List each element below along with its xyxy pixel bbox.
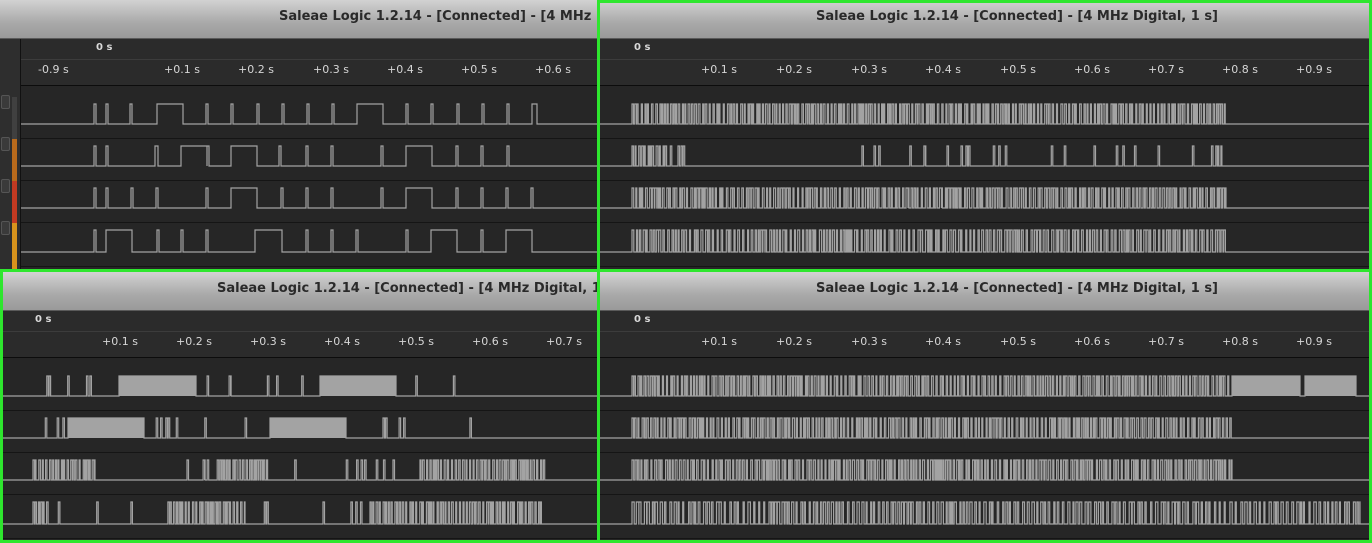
channel-1-waveform[interactable] [600,412,1372,453]
time-tick-label: +0.9 s [1296,63,1332,76]
capture-window-top-right: Saleae Logic 1.2.14 - [Connected] - [4 M… [600,0,1372,269]
zero-time-label: 0 s [96,42,113,53]
signal-trace [600,103,1372,125]
time-tick-label: +0.1 s [701,335,737,348]
channel-1-color-swatch [12,139,17,181]
signal-trace [0,501,597,525]
signal-trace [600,187,1372,209]
channel-3-waveform[interactable] [21,224,597,267]
time-tick-label: +0.6 s [1074,335,1110,348]
time-tick-label: +0.2 s [776,63,812,76]
title-bar[interactable]: Saleae Logic 1.2.14 - [Connected] - [4 M… [0,0,597,39]
window-title: Saleae Logic 1.2.14 - [Connected] - [4 M… [217,281,597,296]
time-tick-label: +0.4 s [387,63,423,76]
channel-0-color-swatch [12,97,17,139]
time-tick-label: +0.5 s [1000,335,1036,348]
time-ruler[interactable]: 0 s +0.1 s +0.2 s +0.3 s +0.4 s +0.5 s +… [600,311,1372,358]
time-ruler[interactable]: 0 s -0.9 s +0.1 s +0.2 s +0.3 s +0.4 s +… [21,39,597,86]
zero-time-label: 0 s [35,314,52,325]
time-tick-label: +0.8 s [1222,335,1258,348]
time-tick-label: +0.1 s [701,63,737,76]
time-tick-label: +0.2 s [776,335,812,348]
time-tick-label: +0.6 s [1074,63,1110,76]
time-tick-label: +0.9 s [1296,335,1332,348]
title-bar[interactable]: Saleae Logic 1.2.14 - [Connected] - [4 M… [600,0,1372,39]
channel-3-color-swatch [12,223,17,269]
channel-sidebar [0,39,21,269]
channel-1-waveform[interactable] [21,140,597,181]
signal-burst [1305,376,1356,396]
time-tick-label: +0.7 s [1148,63,1184,76]
time-tick-label: +0.7 s [1148,335,1184,348]
channel-2-waveform[interactable] [21,182,597,223]
channel-0-waveform[interactable] [600,98,1372,139]
time-tick-label: +0.3 s [250,335,286,348]
signal-burst [320,376,396,396]
signal-trace [0,459,597,481]
zero-time-label: 0 s [634,314,651,325]
time-tick-label: +0.4 s [925,63,961,76]
signal-burst [1232,376,1300,396]
channel-0-waveform[interactable] [21,98,597,139]
channel-2-waveform[interactable] [600,454,1372,495]
time-tick-label: +0.8 s [1222,63,1258,76]
window-title: Saleae Logic 1.2.14 - [Connected] - [4 M… [816,281,1218,296]
channel-3-settings-button[interactable] [1,221,10,235]
time-tick-label: +0.6 s [472,335,508,348]
time-tick-label: +0.2 s [176,335,212,348]
channel-2-waveform[interactable] [0,454,597,495]
channel-1-waveform[interactable] [600,140,1372,181]
channel-2-color-swatch [12,181,17,223]
time-tick-label: +0.6 s [535,63,571,76]
window-title: Saleae Logic 1.2.14 - [Connected] - [4 M… [279,9,597,24]
channel-0-waveform[interactable] [0,370,597,411]
time-tick-label: +0.1 s [164,63,200,76]
time-tick-label: +0.3 s [851,335,887,348]
time-tick-label: +0.5 s [1000,63,1036,76]
time-tick-label: +0.5 s [398,335,434,348]
signal-trace [600,501,1372,525]
time-ruler[interactable]: 0 s +0.1 s +0.2 s +0.3 s +0.4 s +0.5 s +… [0,311,597,358]
signal-burst [68,418,144,438]
capture-window-bottom-right: Saleae Logic 1.2.14 - [Connected] - [4 M… [600,272,1372,543]
time-tick-label: +0.3 s [851,63,887,76]
channel-1-waveform[interactable] [0,412,597,453]
time-ruler[interactable]: 0 s +0.1 s +0.2 s +0.3 s +0.4 s +0.5 s +… [600,39,1372,86]
signal-trace [600,417,1372,439]
time-tick-label: +0.5 s [461,63,497,76]
signal-trace [21,229,597,253]
signal-trace [600,145,1372,167]
time-tick-label: +0.4 s [925,335,961,348]
signal-trace [0,375,597,397]
time-tick-label: +0.7 s [546,335,582,348]
channel-1-settings-button[interactable] [1,137,10,151]
signal-trace [600,229,1372,253]
channel-3-waveform[interactable] [600,496,1372,539]
signal-trace [600,459,1372,481]
time-tick-label: +0.2 s [238,63,274,76]
signal-trace [21,103,597,125]
channel-0-waveform[interactable] [600,370,1372,411]
time-tick-label: +0.3 s [313,63,349,76]
channel-0-settings-button[interactable] [1,95,10,109]
signal-burst [119,376,196,396]
signal-burst [270,418,346,438]
channel-2-waveform[interactable] [600,182,1372,223]
channel-3-waveform[interactable] [0,496,597,539]
channel-2-settings-button[interactable] [1,179,10,193]
signal-trace [21,145,597,167]
time-tick-label: -0.9 s [38,63,69,76]
title-bar[interactable]: Saleae Logic 1.2.14 - [Connected] - [4 M… [600,272,1372,311]
time-tick-label: +0.4 s [324,335,360,348]
signal-trace [21,187,597,209]
capture-window-top-left: Saleae Logic 1.2.14 - [Connected] - [4 M… [0,0,597,269]
capture-window-bottom-left: Saleae Logic 1.2.14 - [Connected] - [4 M… [0,272,597,543]
window-title: Saleae Logic 1.2.14 - [Connected] - [4 M… [816,9,1218,24]
time-tick-label: +0.1 s [102,335,138,348]
channel-3-waveform[interactable] [600,224,1372,267]
zero-time-label: 0 s [634,42,651,53]
title-bar[interactable]: Saleae Logic 1.2.14 - [Connected] - [4 M… [0,272,597,311]
